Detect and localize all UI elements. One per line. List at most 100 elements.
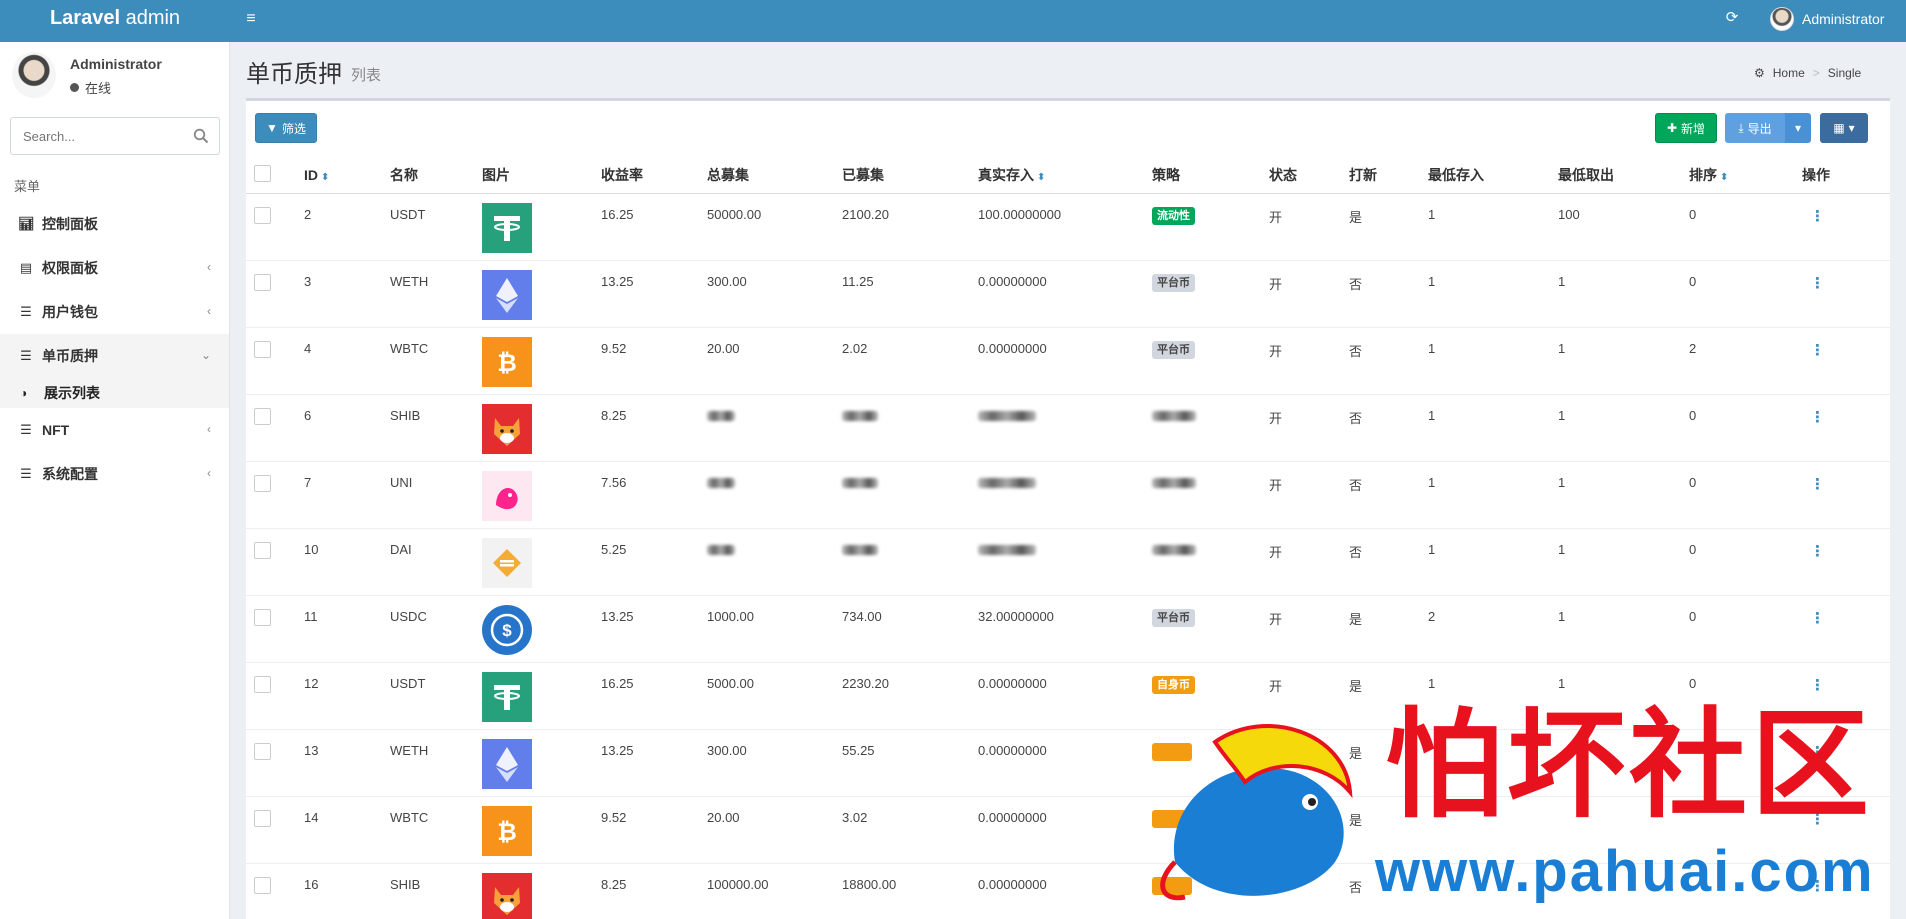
user-menu[interactable]: Administrator bbox=[1770, 5, 1884, 33]
cell-total: 300.00 bbox=[707, 273, 747, 289]
search-icon[interactable] bbox=[193, 128, 209, 144]
column-header-status: 状态 bbox=[1269, 157, 1349, 194]
more-actions-icon[interactable]: ⋮ bbox=[1810, 610, 1825, 627]
row-checkbox[interactable] bbox=[254, 809, 271, 827]
sidebar-item-config[interactable]: ☰ 系统配置 ‹ bbox=[0, 452, 229, 496]
sidebar-subitem-list[interactable]: ◑ 展示列表 bbox=[0, 378, 229, 408]
row-checkbox[interactable] bbox=[254, 541, 271, 559]
cell-total: 5000.00 bbox=[707, 675, 754, 691]
status-dot-icon bbox=[70, 83, 79, 92]
sidebar-item-wallet[interactable]: ☰ 用户钱包 ‹ bbox=[0, 290, 229, 334]
more-actions-icon[interactable]: ⋮ bbox=[1810, 409, 1825, 426]
more-actions-icon[interactable]: ⋮ bbox=[1810, 811, 1825, 828]
cell-status: 开 bbox=[1269, 193, 1349, 261]
export-button[interactable]: ⤓ 导出 bbox=[1725, 113, 1785, 143]
cell-min-out: 1 bbox=[1558, 461, 1689, 529]
table-row: 2 USDT 16.25 50000.00 2100.20 100.00000000 流动性… bbox=[246, 193, 1890, 261]
new-button[interactable]: ✚ 新增 bbox=[1655, 113, 1717, 143]
sort-icon[interactable]: ⬍ bbox=[321, 172, 329, 183]
cell-min-out: 1 bbox=[1558, 662, 1689, 730]
sidebar-toggle-icon[interactable]: ≡ bbox=[240, 8, 262, 30]
row-checkbox[interactable] bbox=[254, 206, 271, 224]
sidebar-item-permissions[interactable]: ▤ 权限面板 ‹ bbox=[0, 246, 229, 290]
cell-id: 6 bbox=[304, 394, 390, 462]
select-all-checkbox[interactable] bbox=[254, 164, 271, 182]
row-checkbox[interactable] bbox=[254, 742, 271, 760]
caret-down-icon: ▾ bbox=[1848, 121, 1855, 135]
user-panel: Administrator 在线 bbox=[12, 52, 222, 112]
cell-raised: 55.25 bbox=[842, 742, 875, 758]
more-actions-icon[interactable]: ⋮ bbox=[1810, 543, 1825, 560]
column-header-total: 总募集 bbox=[707, 157, 842, 194]
columns-button[interactable]: ▦ ▾ bbox=[1820, 113, 1868, 143]
page-subtitle: 列表 bbox=[351, 67, 382, 84]
row-checkbox[interactable] bbox=[254, 876, 271, 894]
more-actions-icon[interactable]: ⋮ bbox=[1810, 342, 1825, 359]
refresh-icon[interactable]: ⟳ bbox=[1722, 8, 1742, 28]
breadcrumb-home[interactable]: Home bbox=[1773, 66, 1805, 80]
filter-button[interactable]: ▼ 筛选 bbox=[255, 113, 317, 143]
column-header-sort[interactable]: 排序 ⬍ bbox=[1689, 157, 1802, 194]
btc-coin-icon: ₿ bbox=[482, 805, 532, 856]
cell-raised: 734.00 bbox=[842, 608, 882, 624]
search-input[interactable] bbox=[11, 118, 181, 154]
cell-sort: 0 bbox=[1689, 461, 1802, 529]
sort-icon[interactable]: ⬍ bbox=[1720, 172, 1728, 183]
table-row: 3 WETH 13.25 300.00 11.25 0.00000000 平台币开否 1 1 0 ⋮ bbox=[246, 260, 1890, 328]
cell-name: WETH bbox=[390, 729, 482, 797]
redacted-value bbox=[1152, 545, 1196, 556]
more-actions-icon[interactable]: ⋮ bbox=[1810, 208, 1825, 225]
cell-status bbox=[1269, 729, 1349, 797]
cell-name: USDC bbox=[390, 595, 482, 663]
more-actions-icon[interactable]: ⋮ bbox=[1810, 744, 1825, 761]
column-header-id[interactable]: ID ⬍ bbox=[304, 157, 390, 194]
more-actions-icon[interactable]: ⋮ bbox=[1810, 677, 1825, 694]
cell-min-out: 1 bbox=[1558, 260, 1689, 328]
sidebar-item-nft[interactable]: ☰ NFT ‹ bbox=[0, 408, 229, 452]
dai-coin-icon bbox=[482, 537, 532, 588]
column-header-real[interactable]: 真实存入 ⬍ bbox=[978, 157, 1152, 194]
sidebar-search bbox=[10, 117, 220, 155]
sidebar-item-dashboard[interactable]: 📊︎ 控制面板 bbox=[0, 202, 229, 246]
row-checkbox[interactable] bbox=[254, 273, 271, 291]
cell-ipo: 否 bbox=[1349, 528, 1428, 596]
more-actions-icon[interactable]: ⋮ bbox=[1810, 275, 1825, 292]
row-checkbox[interactable] bbox=[254, 608, 271, 626]
cell-sort: 0 bbox=[1689, 193, 1802, 261]
sort-icon[interactable]: ⬍ bbox=[1037, 172, 1045, 183]
page-title: 单币质押 bbox=[246, 61, 342, 88]
cell-real: 32.00000000 bbox=[978, 608, 1054, 624]
cell-min-in: 1 bbox=[1428, 193, 1558, 261]
row-checkbox[interactable] bbox=[254, 407, 271, 425]
redacted-value bbox=[978, 545, 1036, 556]
chevron-left-icon: ‹ bbox=[207, 304, 211, 318]
cell-total: 1000.00 bbox=[707, 608, 754, 624]
cell-sort: 0 bbox=[1689, 595, 1802, 663]
cell-real: 0.00000000 bbox=[978, 809, 1047, 825]
cell-sort: 0 bbox=[1689, 528, 1802, 596]
cell-min-in: 1 bbox=[1428, 394, 1558, 462]
cell-id: 4 bbox=[304, 327, 390, 395]
bar-chart-icon: 📊︎ bbox=[18, 216, 35, 231]
more-actions-icon[interactable]: ⋮ bbox=[1810, 476, 1825, 493]
cell-sort bbox=[1689, 796, 1802, 864]
strategy-badge: 平台币 bbox=[1152, 608, 1195, 627]
more-actions-icon[interactable]: ⋮ bbox=[1810, 878, 1825, 895]
export-dropdown-button[interactable]: ▾ bbox=[1785, 113, 1811, 143]
table-icon: ▦ bbox=[1833, 121, 1845, 135]
sidebar-item-single-stake[interactable]: ☰ 单币质押 ⌄ bbox=[0, 334, 229, 378]
plus-icon: ✚ bbox=[1666, 121, 1678, 135]
row-checkbox[interactable] bbox=[254, 340, 271, 358]
cell-id: 2 bbox=[304, 193, 390, 261]
column-header-image: 图片 bbox=[482, 157, 601, 194]
strategy-badge: 平台币 bbox=[1152, 273, 1195, 292]
cell-id: 14 bbox=[304, 796, 390, 864]
cell-name: DAI bbox=[390, 528, 482, 596]
cell-status: 开 bbox=[1269, 461, 1349, 529]
cell-sort: 0 bbox=[1689, 394, 1802, 462]
tether-coin-icon bbox=[482, 671, 532, 722]
row-checkbox[interactable] bbox=[254, 474, 271, 492]
row-checkbox[interactable] bbox=[254, 675, 271, 693]
cell-ipo: 是 bbox=[1349, 662, 1428, 730]
brand-logo[interactable]: Laravel admin bbox=[0, 0, 230, 42]
